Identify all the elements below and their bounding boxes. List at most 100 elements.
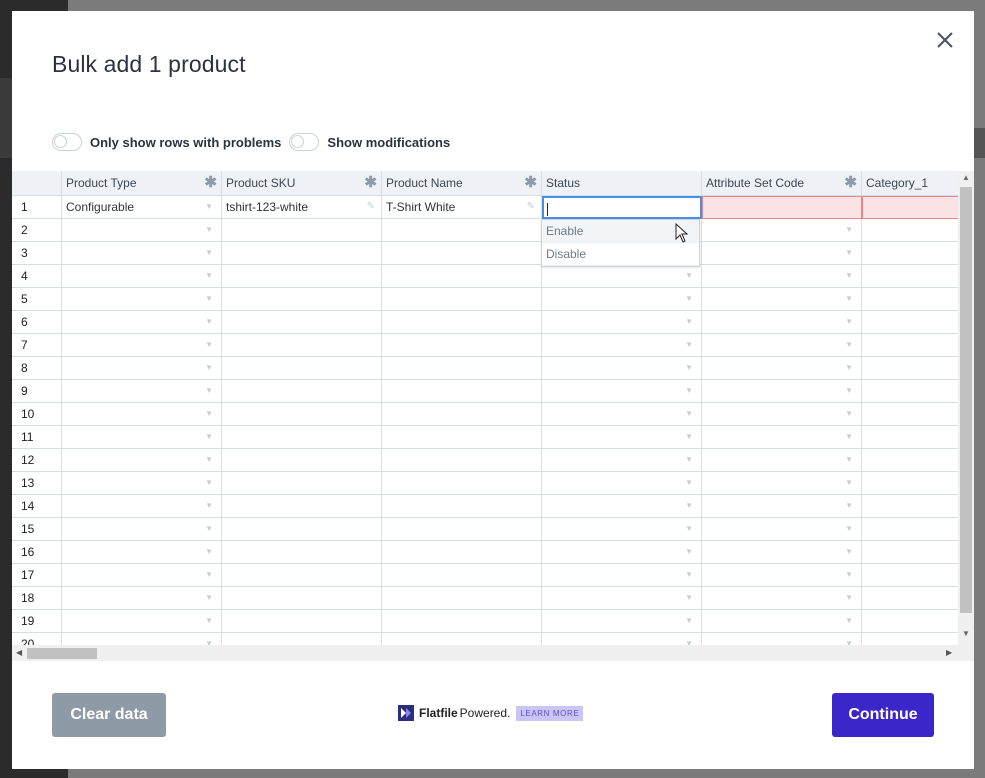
cell-attribute-set-code[interactable]: ▼ xyxy=(702,334,862,357)
cell-product-sku[interactable] xyxy=(222,472,382,495)
cell-product-name[interactable] xyxy=(382,219,542,242)
horizontal-scroll-thumb[interactable] xyxy=(27,648,97,659)
cell-attribute-set-code[interactable]: ▼ xyxy=(702,472,862,495)
cell-product-sku[interactable] xyxy=(222,357,382,380)
cell-product-name[interactable] xyxy=(382,426,542,449)
cell-attribute-set-code[interactable]: ▼ xyxy=(702,242,862,265)
cell-product-name[interactable] xyxy=(382,449,542,472)
problems-switch[interactable] xyxy=(52,133,82,151)
cell-attribute-set-code[interactable]: ▼ xyxy=(702,610,862,633)
cell-status[interactable]: ▼ xyxy=(542,334,702,357)
cell-product-name[interactable] xyxy=(382,472,542,495)
cell-product-name[interactable] xyxy=(382,265,542,288)
cell-product-name[interactable] xyxy=(382,288,542,311)
cell-status[interactable]: ▼ xyxy=(542,311,702,334)
cell-status-editor[interactable] xyxy=(542,196,702,219)
cell-product-sku[interactable] xyxy=(222,564,382,587)
cell-product-type[interactable]: ▼ xyxy=(62,426,222,449)
cell-product-sku[interactable] xyxy=(222,242,382,265)
vertical-scroll-thumb[interactable] xyxy=(960,187,972,613)
cell-status[interactable]: ▼ xyxy=(542,357,702,380)
cell-attribute-set-code[interactable]: ▼ xyxy=(702,495,862,518)
cell-status[interactable]: ▼ xyxy=(542,288,702,311)
cell-product-sku[interactable] xyxy=(222,380,382,403)
cell-attribute-set-code[interactable]: ▼ xyxy=(702,403,862,426)
cell-product-name[interactable]: T-Shirt White ✎ xyxy=(382,196,542,219)
horizontal-scrollbar[interactable]: ◀ ▶ xyxy=(12,645,958,661)
cell-product-name[interactable] xyxy=(382,311,542,334)
cell-product-name[interactable] xyxy=(382,380,542,403)
cell-product-type[interactable]: ▼ xyxy=(62,288,222,311)
cell-status[interactable]: ▼ xyxy=(542,518,702,541)
cell-product-sku[interactable] xyxy=(222,495,382,518)
cell-product-type[interactable]: ▼ xyxy=(62,380,222,403)
cell-product-name[interactable] xyxy=(382,587,542,610)
cell-status[interactable]: ▼ xyxy=(542,403,702,426)
cell-product-name[interactable] xyxy=(382,334,542,357)
cell-attribute-set-code[interactable]: ▼ xyxy=(702,541,862,564)
cell-product-type[interactable]: Configurable ▼ xyxy=(62,196,222,219)
scroll-right-icon[interactable]: ▶ xyxy=(946,648,952,657)
cell-status[interactable]: ▼ xyxy=(542,587,702,610)
cell-status[interactable]: ▼ xyxy=(542,449,702,472)
cell-product-type[interactable]: ▼ xyxy=(62,564,222,587)
cell-product-type[interactable]: ▼ xyxy=(62,587,222,610)
cell-product-name[interactable] xyxy=(382,518,542,541)
cell-product-sku[interactable] xyxy=(222,334,382,357)
status-option-disable[interactable]: Disable xyxy=(542,243,699,266)
cell-attribute-set-code[interactable]: ▼ xyxy=(702,219,862,242)
cell-attribute-set-code[interactable]: ▼ xyxy=(702,449,862,472)
cell-attribute-set-code[interactable]: ▼ xyxy=(702,518,862,541)
cell-attribute-set-code[interactable]: ▼ xyxy=(702,587,862,610)
cell-product-sku[interactable] xyxy=(222,403,382,426)
cell-attribute-set-code[interactable]: ▼ xyxy=(702,357,862,380)
scroll-down-icon[interactable]: ▼ xyxy=(962,629,970,638)
cell-status[interactable]: ▼ xyxy=(542,564,702,587)
cell-attribute-set-code-error[interactable] xyxy=(702,196,862,219)
cell-product-type[interactable]: ▼ xyxy=(62,610,222,633)
cell-product-type[interactable]: ▼ xyxy=(62,242,222,265)
cell-product-type[interactable]: ▼ xyxy=(62,311,222,334)
column-header-attribute-set-code[interactable]: Attribute Set Code ✱ xyxy=(702,171,862,196)
cell-product-type[interactable]: ▼ xyxy=(62,265,222,288)
continue-button[interactable]: Continue xyxy=(832,693,934,737)
column-header-product-sku[interactable]: Product SKU ✱ xyxy=(222,171,382,196)
cell-attribute-set-code[interactable]: ▼ xyxy=(702,265,862,288)
cell-product-sku[interactable]: tshirt-123-white ✎ xyxy=(222,196,382,219)
cell-attribute-set-code[interactable]: ▼ xyxy=(702,380,862,403)
cell-product-name[interactable] xyxy=(382,357,542,380)
cell-product-sku[interactable] xyxy=(222,449,382,472)
cell-product-sku[interactable] xyxy=(222,610,382,633)
cell-product-sku[interactable] xyxy=(222,426,382,449)
cell-status[interactable]: ▼ xyxy=(542,265,702,288)
cell-attribute-set-code[interactable]: ▼ xyxy=(702,564,862,587)
cell-product-sku[interactable] xyxy=(222,265,382,288)
modifications-toggle[interactable]: Show modifications xyxy=(289,133,450,151)
cell-attribute-set-code[interactable]: ▼ xyxy=(702,311,862,334)
cell-product-name[interactable] xyxy=(382,610,542,633)
vertical-scrollbar[interactable]: ▲ ▼ xyxy=(958,171,974,661)
cell-product-type[interactable]: ▼ xyxy=(62,495,222,518)
column-header-product-name[interactable]: Product Name ✱ xyxy=(382,171,542,196)
learn-more-link[interactable]: LEARN MORE xyxy=(516,705,584,721)
close-button[interactable] xyxy=(934,29,956,51)
scroll-left-icon[interactable]: ◀ xyxy=(16,648,22,657)
column-header-product-type[interactable]: Product Type ✱ xyxy=(62,171,222,196)
cell-product-sku[interactable] xyxy=(222,219,382,242)
cell-status[interactable]: ▼ xyxy=(542,426,702,449)
clear-data-button[interactable]: Clear data xyxy=(52,693,166,737)
cell-product-sku[interactable] xyxy=(222,311,382,334)
cell-status[interactable]: ▼ xyxy=(542,541,702,564)
cell-product-type[interactable]: ▼ xyxy=(62,518,222,541)
cell-product-name[interactable] xyxy=(382,541,542,564)
cell-product-sku[interactable] xyxy=(222,288,382,311)
cell-product-sku[interactable] xyxy=(222,587,382,610)
cell-product-type[interactable]: ▼ xyxy=(62,449,222,472)
cell-product-type[interactable]: ▼ xyxy=(62,541,222,564)
cell-status[interactable]: ▼ xyxy=(542,380,702,403)
cell-product-name[interactable] xyxy=(382,564,542,587)
cell-product-name[interactable] xyxy=(382,403,542,426)
cell-product-name[interactable] xyxy=(382,242,542,265)
cell-product-type[interactable]: ▼ xyxy=(62,403,222,426)
cell-product-type[interactable]: ▼ xyxy=(62,219,222,242)
